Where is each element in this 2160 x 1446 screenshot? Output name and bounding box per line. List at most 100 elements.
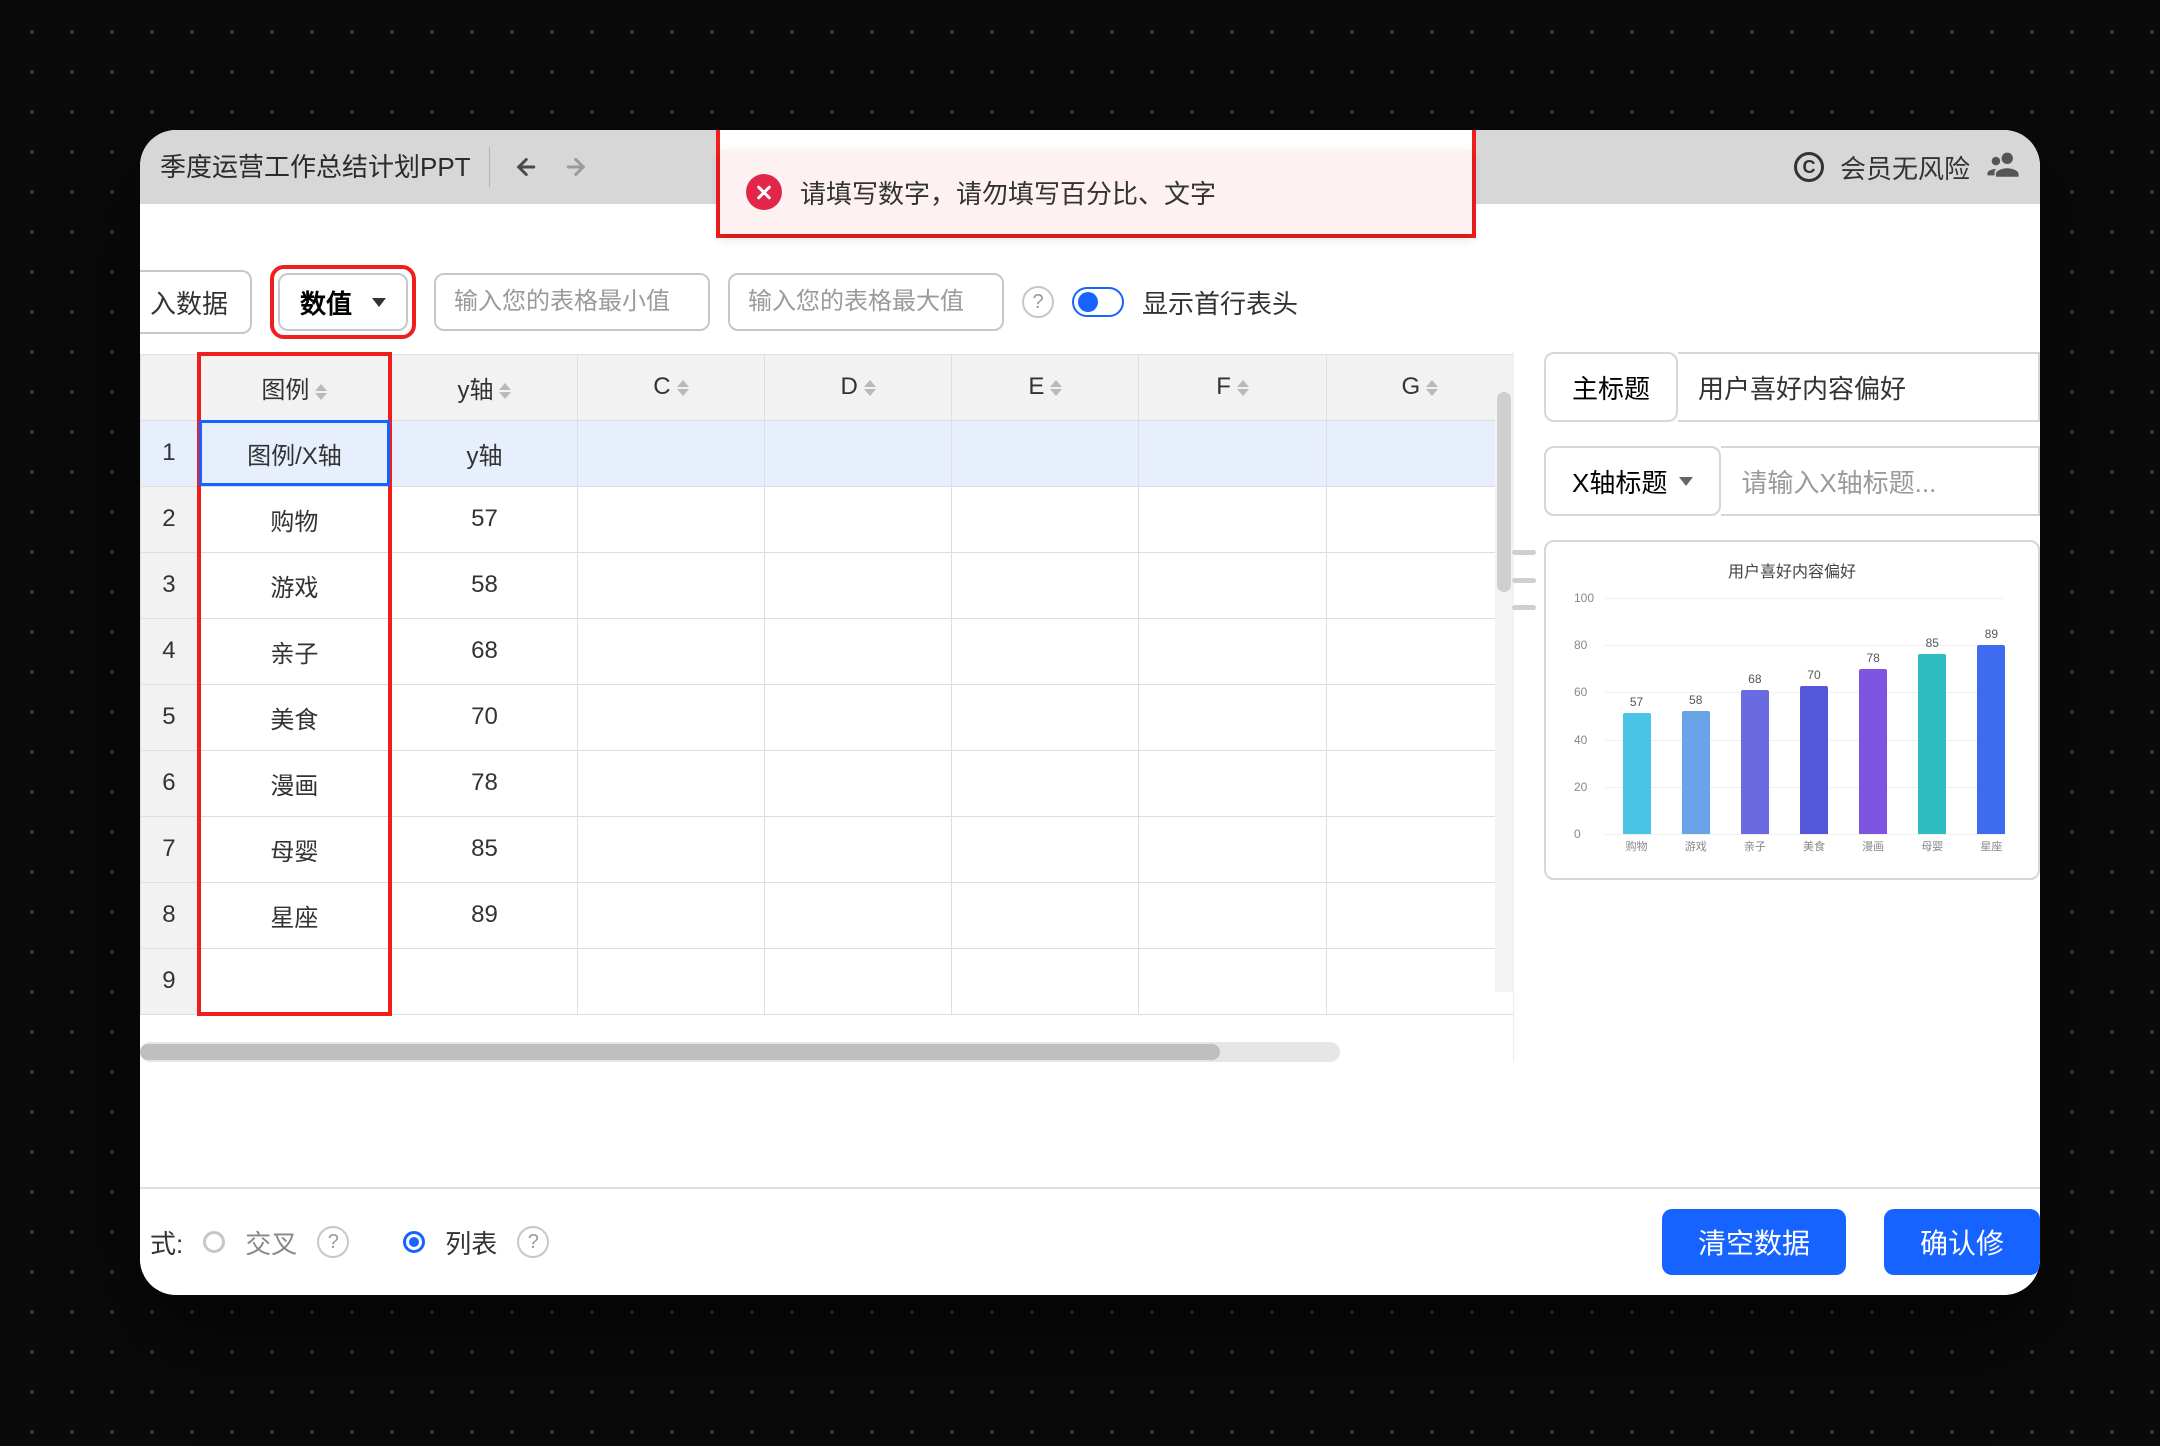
enter-data-tab[interactable]: 入数据 [140,270,252,334]
data-cell[interactable] [765,948,952,1014]
row-number[interactable]: 7 [141,816,199,882]
data-cell[interactable] [390,948,577,1014]
data-cell[interactable] [1139,618,1326,684]
row-number[interactable]: 1 [141,420,199,486]
redo-button[interactable] [560,150,594,184]
legend-cell[interactable]: 亲子 [199,618,390,684]
data-cell[interactable] [1139,684,1326,750]
column-header[interactable]: y轴 [390,354,577,420]
data-cell[interactable] [577,552,764,618]
data-cell[interactable]: 85 [390,816,577,882]
data-cell[interactable] [765,552,952,618]
sort-icon[interactable] [1050,380,1062,396]
row-number[interactable]: 8 [141,882,199,948]
x-axis-title-input[interactable]: 请输入X轴标题... [1721,446,2040,516]
data-cell[interactable] [1139,948,1326,1014]
row-number[interactable]: 6 [141,750,199,816]
data-cell[interactable]: 78 [390,750,577,816]
confirm-button[interactable]: 确认修 [1884,1209,2040,1275]
horizontal-scrollbar-track[interactable] [140,1042,1340,1062]
data-cell[interactable] [1139,486,1326,552]
data-cell[interactable] [952,684,1139,750]
help-icon[interactable]: ? [1022,286,1054,318]
data-cell[interactable] [952,420,1139,486]
data-cell[interactable]: 68 [390,618,577,684]
data-cell[interactable] [952,882,1139,948]
row-number[interactable]: 3 [141,552,199,618]
data-cell[interactable] [1139,750,1326,816]
data-cell[interactable] [1139,816,1326,882]
data-cell[interactable] [765,750,952,816]
data-cell[interactable] [1326,420,1513,486]
data-cell[interactable] [577,684,764,750]
data-cell[interactable]: 89 [390,882,577,948]
data-cell[interactable] [1326,750,1513,816]
sort-icon[interactable] [315,384,327,400]
data-cell[interactable] [765,420,952,486]
data-cell[interactable] [577,420,764,486]
corner-cell[interactable] [141,354,199,420]
data-cell[interactable] [952,816,1139,882]
clear-data-button[interactable]: 清空数据 [1662,1209,1846,1275]
sort-icon[interactable] [1237,380,1249,396]
row-number[interactable]: 5 [141,684,199,750]
mode-radio-list[interactable] [403,1231,425,1253]
data-cell[interactable] [765,684,952,750]
help-icon[interactable]: ? [317,1226,349,1258]
data-cell[interactable] [1139,882,1326,948]
sort-icon[interactable] [499,383,511,399]
data-cell[interactable] [765,882,952,948]
vertical-scrollbar-thumb[interactable] [1497,392,1511,592]
data-cell[interactable]: 58 [390,552,577,618]
legend-cell[interactable]: 母婴 [199,816,390,882]
row-number[interactable]: 9 [141,948,199,1014]
show-header-toggle[interactable] [1072,287,1124,317]
row-number[interactable]: 2 [141,486,199,552]
min-value-input[interactable] [434,273,710,331]
data-cell[interactable]: 70 [390,684,577,750]
horizontal-scrollbar-thumb[interactable] [140,1044,1220,1060]
row-number[interactable]: 4 [141,618,199,684]
data-cell[interactable] [952,552,1139,618]
data-cell[interactable] [1326,948,1513,1014]
share-button[interactable] [1986,147,2020,188]
data-cell[interactable] [1326,552,1513,618]
vip-label[interactable]: 会员无风险 [1840,149,1970,186]
data-cell[interactable] [765,618,952,684]
data-cell[interactable] [1326,618,1513,684]
value-type-dropdown[interactable]: 数值 [278,273,408,331]
mode-radio-cross[interactable] [203,1231,225,1253]
data-cell[interactable] [765,486,952,552]
legend-cell[interactable] [199,948,390,1014]
data-cell[interactable] [577,750,764,816]
legend-cell[interactable]: 图例/X轴 [199,420,390,486]
spreadsheet[interactable]: 图例y轴CDEFG1图例/X轴y轴2购物573游戏584亲子685美食706漫画… [140,352,1514,1062]
data-cell[interactable] [1326,486,1513,552]
legend-cell[interactable]: 漫画 [199,750,390,816]
data-cell[interactable] [577,948,764,1014]
legend-cell[interactable]: 美食 [199,684,390,750]
data-cell[interactable] [1326,816,1513,882]
sort-icon[interactable] [677,380,689,396]
data-cell[interactable] [577,486,764,552]
sort-icon[interactable] [1426,380,1438,396]
legend-cell[interactable]: 购物 [199,486,390,552]
data-cell[interactable] [765,816,952,882]
data-cell[interactable] [1326,882,1513,948]
data-cell[interactable] [577,618,764,684]
help-icon[interactable]: ? [517,1226,549,1258]
data-cell[interactable] [1139,420,1326,486]
column-header[interactable]: G [1326,354,1513,420]
column-header[interactable]: 图例 [199,354,390,420]
data-cell[interactable] [952,948,1139,1014]
main-title-input[interactable]: 用户喜好内容偏好 [1678,352,2040,422]
data-cell[interactable] [577,882,764,948]
data-cell[interactable]: y轴 [390,420,577,486]
data-cell[interactable]: 57 [390,486,577,552]
column-header[interactable]: F [1139,354,1326,420]
data-cell[interactable] [577,816,764,882]
max-value-input[interactable] [728,273,1004,331]
sort-icon[interactable] [864,380,876,396]
data-cell[interactable] [1326,684,1513,750]
x-axis-title-dropdown[interactable]: X轴标题 [1544,446,1721,516]
